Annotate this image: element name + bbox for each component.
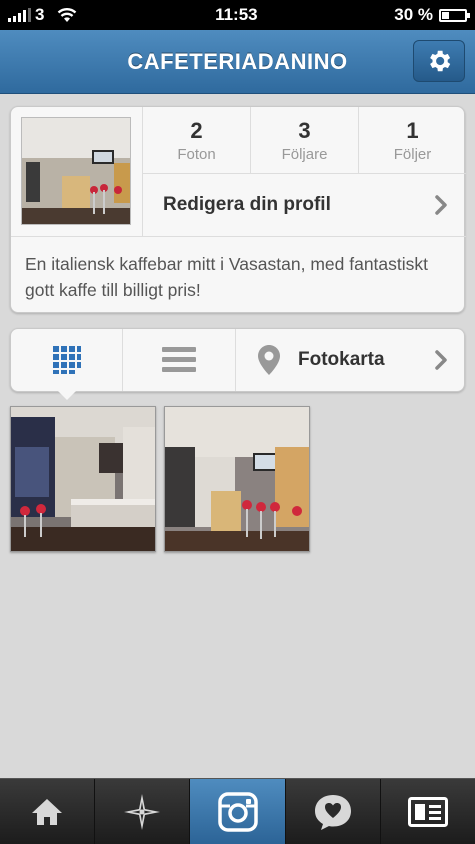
profile-bio: En italiensk kaffebar mitt i Vasastan, m… (11, 236, 466, 314)
photo-thumbnail[interactable] (10, 406, 156, 552)
battery-percent: 30 % (394, 5, 433, 24)
profile-icon (407, 796, 448, 827)
status-bar: 3 11:53 30 % (0, 0, 475, 30)
tab-camera[interactable] (190, 779, 286, 844)
settings-button[interactable] (413, 40, 465, 82)
stat-photos[interactable]: 2 Foton (143, 107, 251, 173)
signal-area: 3 (8, 5, 78, 25)
signal-icon (8, 8, 31, 22)
location-pin-icon (258, 345, 280, 375)
stat-label: Följare (281, 145, 328, 163)
clock: 11:53 (215, 5, 258, 24)
battery-icon (438, 8, 470, 22)
view-tabs: Fotokarta (10, 328, 465, 392)
edit-profile-button[interactable]: Redigera din profil (142, 173, 466, 236)
chevron-right-icon (435, 195, 447, 215)
carrier-label: 3 (35, 5, 45, 24)
camera-icon (217, 791, 258, 832)
activity-icon (314, 794, 351, 830)
gear-icon (430, 50, 451, 72)
stat-value: 3 (298, 117, 311, 143)
tab-indicator (58, 391, 76, 400)
stat-label: Följer (393, 145, 432, 163)
wifi-icon (58, 8, 77, 22)
stat-followers[interactable]: 3 Följare (251, 107, 359, 173)
chevron-right-icon (435, 350, 447, 370)
list-icon (162, 347, 196, 372)
tab-photo-map[interactable]: Fotokarta (236, 329, 464, 391)
grid-icon (52, 346, 81, 374)
bottom-tab-bar (0, 778, 475, 844)
stat-label: Foton (177, 145, 216, 163)
edit-profile-label: Redigera din profil (163, 194, 331, 215)
stat-value: 1 (406, 117, 419, 143)
page-title: CAFETERIADANINO (127, 48, 348, 74)
tab-profile[interactable] (381, 779, 475, 844)
tab-activity[interactable] (286, 779, 381, 844)
explore-icon (124, 793, 161, 830)
profile-card: 2 Foton 3 Följare 1 Följer Redigera din … (10, 106, 466, 314)
home-icon (32, 798, 63, 825)
tab-list-view[interactable] (123, 329, 236, 391)
stat-following[interactable]: 1 Följer (359, 107, 466, 173)
tab-grid-view[interactable] (11, 329, 123, 391)
avatar[interactable] (21, 117, 131, 225)
photo-thumbnail[interactable] (164, 406, 310, 552)
stats-row: 2 Foton 3 Följare 1 Följer (142, 107, 466, 173)
stat-value: 2 (190, 117, 203, 143)
photo-map-label: Fotokarta (298, 349, 385, 370)
tab-home[interactable] (0, 779, 96, 844)
header: CAFETERIADANINO (0, 30, 475, 94)
tab-explore[interactable] (95, 779, 191, 844)
